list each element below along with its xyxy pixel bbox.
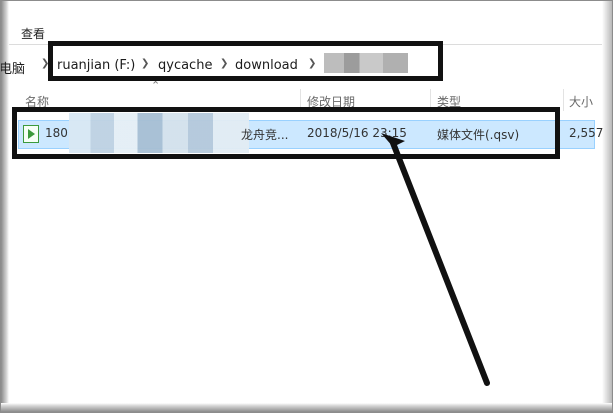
annotation-arrow — [381, 133, 490, 386]
screenshot-frame: 查看 电脑 ❯ ruanjian (F:) ❯ qycache ❯ downlo… — [0, 0, 613, 413]
